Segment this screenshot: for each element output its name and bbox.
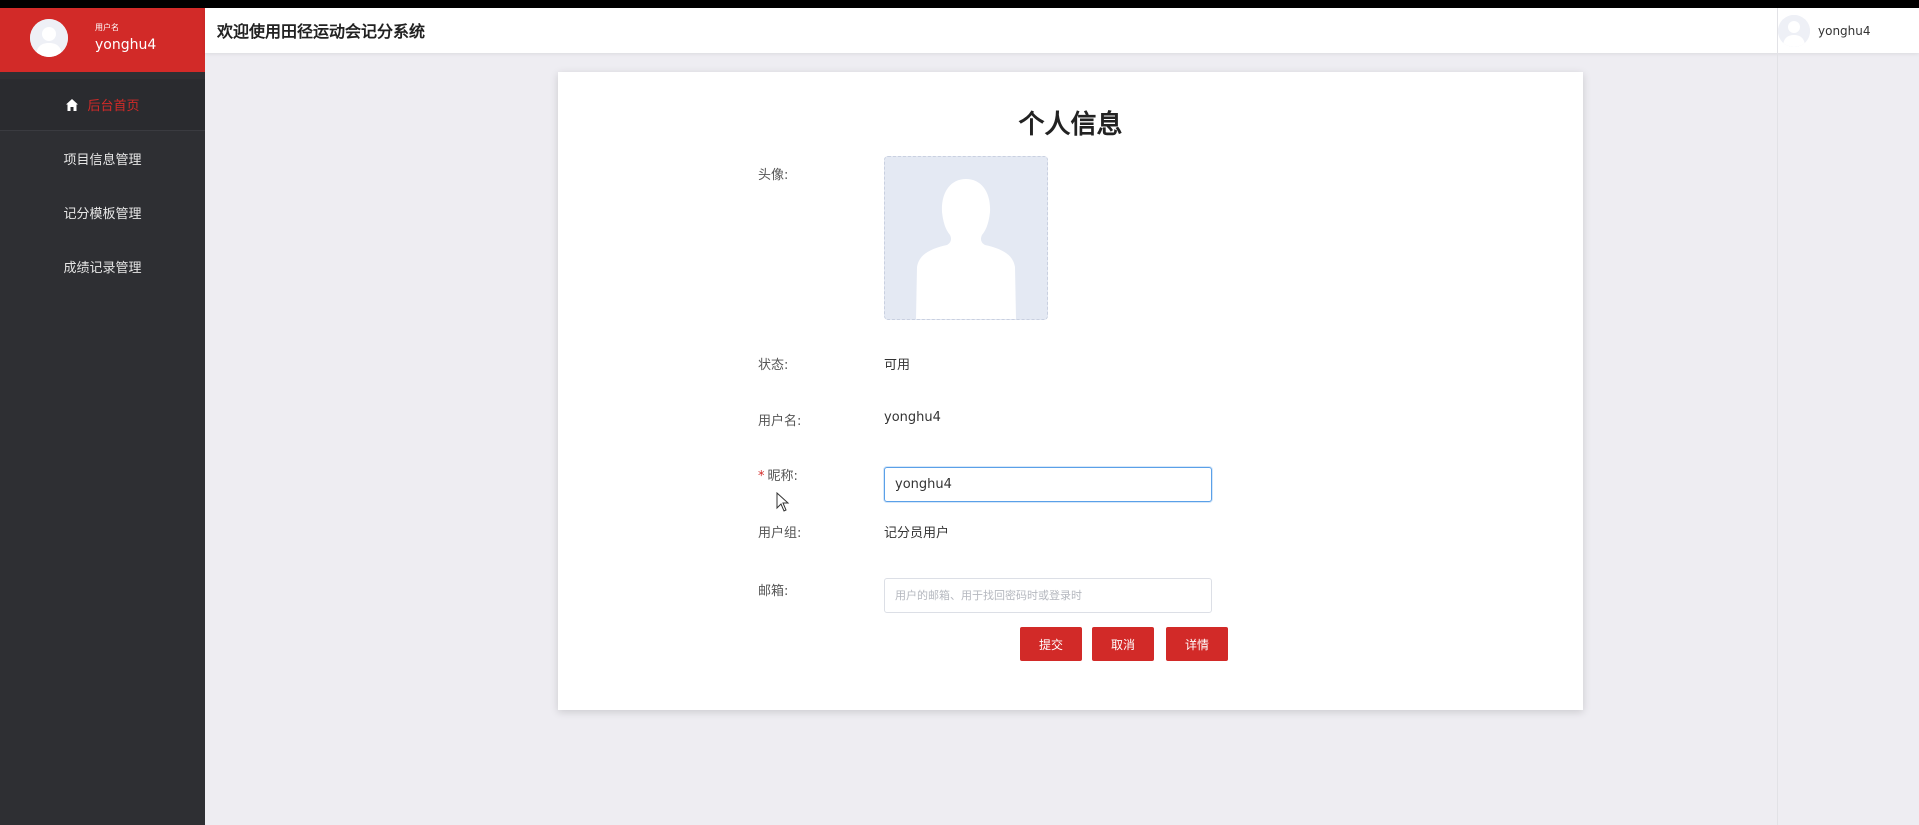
app-screen: 用户名 yonghu4 后台首页 项目信息管理 记分模板管理 成绩记录管理 欢迎… [0, 8, 1919, 825]
cancel-button[interactable]: 取消 [1092, 627, 1154, 661]
username-label: 用户名: [758, 414, 802, 429]
user-label: 用户名 [95, 23, 119, 32]
form-title: 个人信息 [1018, 110, 1123, 140]
nickname-label: * 昵称: [758, 465, 798, 484]
user-group-value: 记分员用户 [884, 526, 950, 541]
top-header: 欢迎使用田径运动会记分系统 [205, 8, 1919, 53]
user-avatar[interactable] [30, 19, 68, 57]
page-title: 欢迎使用田径运动会记分系统 [217, 22, 426, 41]
user-name: yonghu4 [95, 37, 157, 53]
avatar-label: 头像: [758, 168, 789, 183]
required-marker: * [758, 469, 765, 484]
nickname-input[interactable] [884, 467, 1212, 502]
avatar-icon [30, 19, 68, 57]
avatar-upload[interactable] [884, 156, 1048, 320]
user-group-label: 用户组: [758, 526, 802, 541]
email-input[interactable] [884, 578, 1212, 613]
sidebar-item-label: 后台首页 [87, 99, 140, 114]
header-user-menu[interactable]: yonghu4 [1778, 8, 1871, 53]
header-avatar[interactable] [1778, 14, 1810, 47]
sidebar-item-home[interactable]: 后台首页 [0, 79, 205, 131]
sidebar-item-score-template[interactable]: 记分模板管理 [0, 186, 205, 238]
submit-button[interactable]: 提交 [1020, 627, 1082, 661]
sidebar-item-label: 记分模板管理 [63, 206, 142, 222]
mouse-cursor-icon [776, 492, 790, 512]
nickname-label-text: 昵称: [767, 469, 798, 484]
avatar-icon [1778, 14, 1810, 47]
header-username: yonghu4 [1818, 23, 1871, 38]
profile-card: 个人信息 头像: 状态: 可用 用户名: yonghu4 *昵称: 用户组: 记… [558, 72, 1583, 710]
username-value: yonghu4 [884, 410, 941, 425]
sidebar-item-label: 项目信息管理 [63, 152, 142, 168]
sidebar-user-block: 用户名 yonghu4 [0, 8, 205, 72]
status-value: 可用 [884, 358, 911, 373]
email-label: 邮箱: [758, 584, 789, 599]
right-panel-divider [1777, 8, 1778, 825]
status-label: 状态: [758, 358, 789, 373]
avatar-placeholder-icon [885, 157, 1047, 319]
sidebar-item-score-records[interactable]: 成绩记录管理 [0, 240, 205, 292]
sidebar-item-project-info[interactable]: 项目信息管理 [0, 132, 205, 184]
sidebar: 用户名 yonghu4 后台首页 项目信息管理 记分模板管理 成绩记录管理 [0, 8, 205, 825]
sidebar-item-label: 成绩记录管理 [63, 260, 142, 276]
details-button[interactable]: 详情 [1166, 627, 1228, 661]
home-icon [66, 98, 79, 111]
